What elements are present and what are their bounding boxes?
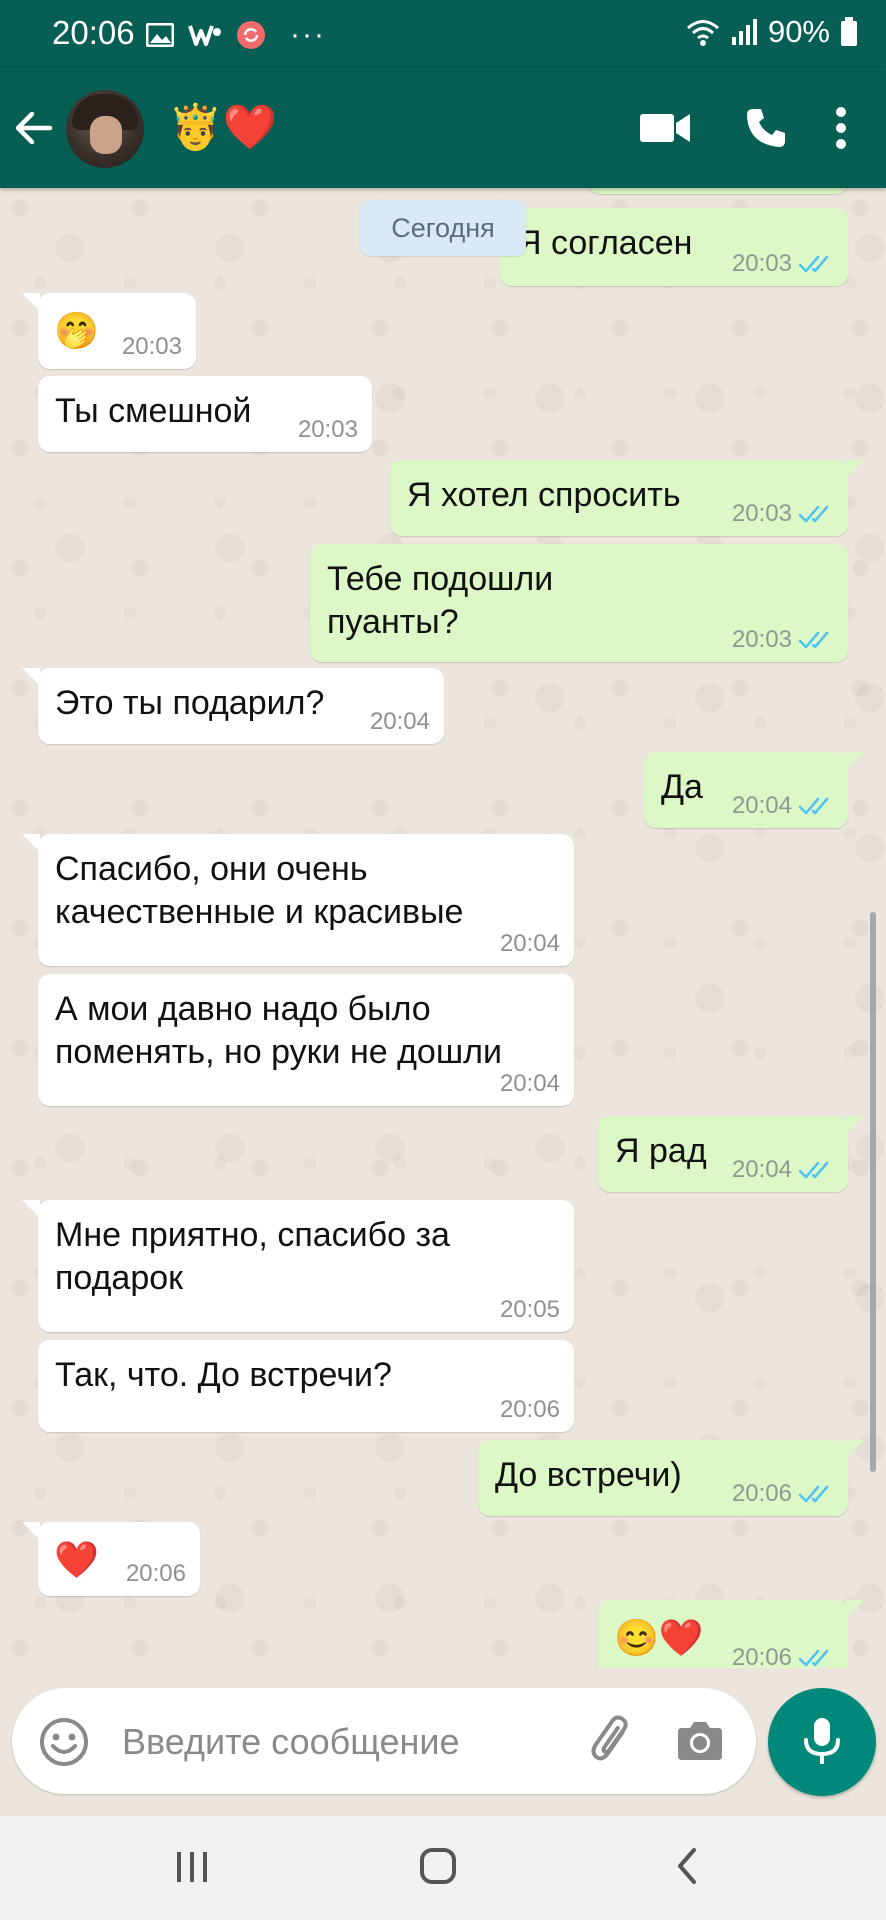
camera-icon[interactable] — [676, 1716, 724, 1764]
home-icon[interactable] — [418, 1846, 458, 1886]
message-input[interactable] — [120, 1716, 584, 1768]
message-time: 20:04 — [369, 708, 430, 735]
message-text: Ты смешной — [55, 392, 252, 430]
message-text-line: Тебе подошли — [327, 560, 554, 598]
message-bubble-incoming[interactable]: Так, что. До встречи? 20:06 — [38, 1340, 574, 1432]
message-text: Я согласен — [517, 224, 693, 262]
read-ticks-icon — [798, 505, 829, 523]
message-emoji: 😊❤️ — [614, 1617, 704, 1658]
image-icon — [146, 23, 174, 47]
chat-scrollbar[interactable] — [870, 912, 876, 1472]
message-bubble-incoming[interactable]: Спасибо, они очень качественные и красивы… — [22, 834, 574, 966]
message-time: 20:03 — [297, 416, 358, 443]
message-text: Так, что. До встречи? — [55, 1356, 392, 1394]
recent-apps-icon[interactable] — [172, 1846, 212, 1886]
message-bubble-outgoing[interactable]: Я согласен 20:03 — [500, 208, 848, 286]
message-time: 20:06 — [731, 1480, 792, 1507]
message-time: 20:06 — [499, 1396, 560, 1423]
message-text-line: поменять, но руки не дошли — [55, 1033, 502, 1071]
message-time: 20:04 — [499, 1070, 560, 1097]
message-bubble-outgoing[interactable]: Тебе подошли пуанты? 20:03 — [310, 544, 848, 662]
message-text: Да — [661, 768, 703, 806]
date-chip: Сегодня — [360, 200, 526, 256]
message-text-line: подарок — [55, 1259, 184, 1297]
system-nav-bar — [0, 1816, 886, 1920]
message-bubble-outgoing[interactable]: Я хотел спросить 20:03 — [390, 460, 864, 536]
more-dots-icon: ··· — [290, 18, 326, 51]
message-bubble-outgoing[interactable]: Да 20:04 — [644, 752, 864, 828]
avatar[interactable] — [66, 90, 144, 168]
message-bubble-incoming[interactable]: 🤭 20:03 — [22, 293, 196, 369]
message-emoji: ❤️ — [54, 1539, 99, 1580]
video-call-icon[interactable] — [640, 112, 690, 144]
message-text-line: А мои давно надо было — [55, 990, 431, 1028]
battery-icon — [841, 17, 857, 46]
w-icon — [188, 25, 221, 46]
message-time: 20:04 — [731, 792, 792, 819]
previous-message-partial — [588, 188, 848, 194]
back-arrow-icon[interactable] — [10, 104, 58, 152]
message-time: 20:04 — [731, 1156, 792, 1183]
status-time: 20:06 — [52, 14, 135, 51]
sync-icon — [237, 21, 265, 49]
message-text-line: Мне приятно, спасибо за — [55, 1216, 450, 1254]
read-ticks-icon — [798, 1485, 829, 1503]
status-bar: 20:06 ··· 90% — [0, 0, 886, 68]
menu-dots-icon[interactable] — [834, 106, 848, 150]
message-bubble-outgoing[interactable]: 😊❤️ 20:06 — [598, 1600, 864, 1668]
message-composer — [12, 1688, 756, 1794]
message-time: 20:03 — [731, 626, 792, 653]
mic-button[interactable] — [768, 1688, 876, 1796]
read-ticks-icon — [798, 255, 829, 273]
message-time: 20:06 — [125, 1560, 186, 1587]
message-time: 20:04 — [499, 930, 560, 957]
signal-icon — [731, 19, 757, 45]
status-right: 90% — [686, 14, 858, 50]
message-text: Это ты подарил? — [55, 684, 325, 722]
message-bubble-outgoing[interactable]: До встречи) 20:06 — [478, 1440, 864, 1516]
message-time: 20:03 — [731, 500, 792, 527]
message-text-line: качественные и красивые — [55, 893, 464, 931]
read-ticks-icon — [798, 1161, 829, 1179]
message-time: 20:06 — [731, 1644, 792, 1668]
chat-header: 🤴❤️ — [0, 68, 886, 188]
message-text-line: пуанты? — [327, 603, 459, 641]
wifi-icon — [686, 20, 719, 46]
message-text: До встречи) — [495, 1456, 682, 1494]
message-text: Я рад — [615, 1132, 707, 1170]
message-emoji: 🤭 — [54, 310, 99, 351]
read-ticks-icon — [798, 797, 829, 815]
message-bubble-incoming[interactable]: Мне приятно, спасибо за подарок 20:05 — [22, 1200, 574, 1332]
message-bubble-incoming[interactable]: Это ты подарил? 20:04 — [22, 668, 444, 744]
message-bubble-incoming[interactable]: Ты смешной 20:03 — [38, 376, 372, 452]
read-ticks-icon — [798, 1649, 829, 1667]
chat-area[interactable]: Сегодня Я согласен 20:03 🤭 20:03 Ты смеш… — [0, 188, 886, 1668]
attach-icon[interactable] — [586, 1714, 640, 1768]
emoji-icon[interactable] — [38, 1716, 90, 1768]
battery-percent: 90% — [767, 14, 830, 49]
message-time: 20:05 — [499, 1296, 560, 1323]
mic-icon — [804, 1718, 840, 1764]
contact-name[interactable]: 🤴❤️ — [168, 102, 278, 154]
message-bubble-incoming[interactable]: А мои давно надо было поменять, но руки н… — [38, 974, 574, 1106]
message-time: 20:03 — [121, 333, 182, 360]
message-text: Я хотел спросить — [407, 476, 681, 514]
status-notification-icons: ··· — [146, 18, 326, 52]
message-time: 20:03 — [731, 250, 792, 277]
back-icon[interactable] — [672, 1846, 702, 1886]
message-bubble-incoming[interactable]: ❤️ 20:06 — [22, 1522, 200, 1596]
message-bubble-outgoing[interactable]: Я рад 20:04 — [598, 1116, 864, 1192]
phone-icon[interactable] — [744, 106, 788, 150]
message-text-line: Спасибо, они очень — [55, 850, 368, 888]
read-ticks-icon — [798, 631, 829, 649]
